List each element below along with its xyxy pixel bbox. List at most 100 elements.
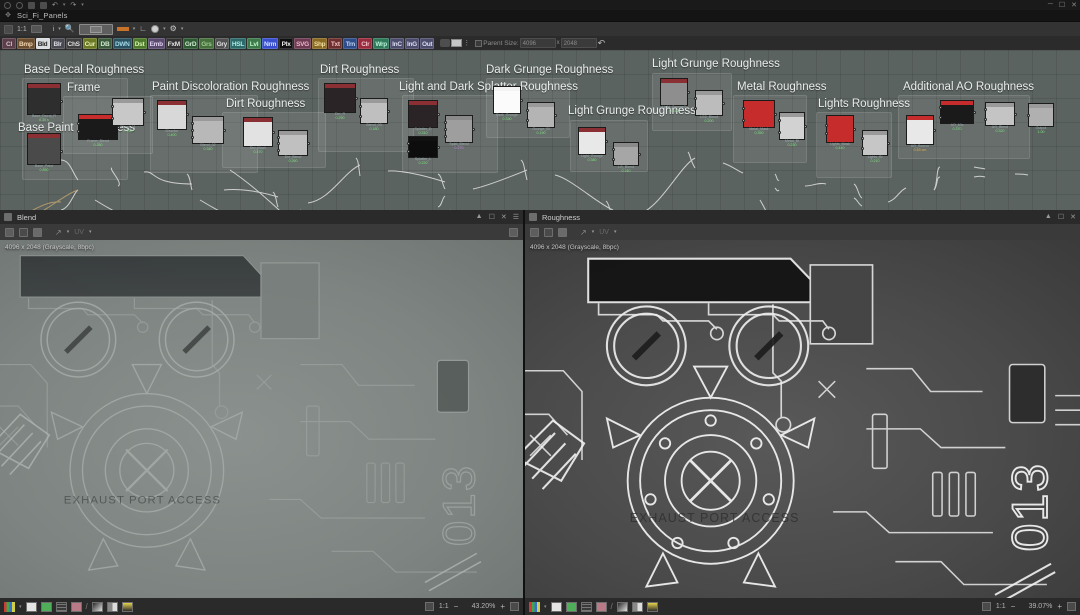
node-port[interactable] [191, 122, 194, 125]
graph-node[interactable]: Metal_Bl 0.230 [778, 112, 807, 147]
node-port[interactable] [60, 149, 63, 153]
node-button-chs[interactable]: ChS [65, 37, 82, 49]
color-caret-icon[interactable]: ▾ [19, 604, 22, 610]
node-button-blr[interactable]: Blr [50, 37, 65, 49]
node-button-ing[interactable]: InG [404, 37, 419, 49]
grid-icon[interactable] [55, 601, 67, 612]
node-button-bmp[interactable]: Bmp [17, 37, 35, 49]
ramp-icon[interactable] [91, 601, 103, 612]
viewport-options-icon[interactable] [509, 227, 518, 237]
graph-node[interactable]: Splat_Blend 0.270 [444, 115, 475, 150]
color-bar-icon[interactable] [116, 27, 129, 31]
pink-icon[interactable] [70, 601, 82, 612]
duplicate-icon[interactable] [530, 227, 539, 237]
node-port[interactable] [111, 116, 114, 120]
graph-node[interactable]: AO_Blend 0.320 [984, 102, 1017, 133]
node-graph[interactable]: Base Decal Roughness Frame Base Paint Roug… [0, 50, 1080, 210]
redo-caret-icon[interactable]: ▾ [81, 2, 84, 8]
node-port[interactable] [939, 106, 942, 110]
node-button-gry[interactable]: Gry [214, 37, 229, 49]
node-port[interactable] [77, 122, 80, 126]
uv-caret-icon[interactable]: ▾ [89, 229, 92, 235]
graph-node[interactable]: Dirt_Blend 0.260 [277, 130, 310, 163]
close-icon[interactable]: ✕ [1070, 213, 1076, 221]
node-port[interactable] [612, 148, 615, 152]
save-icon[interactable] [40, 1, 47, 9]
snapshot-icon[interactable] [19, 227, 28, 237]
info-caret-icon[interactable]: ▾ [58, 26, 61, 32]
node-port[interactable] [77, 129, 80, 133]
graph-frame[interactable] [222, 112, 326, 168]
reset-size-icon[interactable]: ↶ [598, 38, 606, 48]
node-port[interactable] [605, 140, 608, 143]
graph-node[interactable]: Dark_Grunge 0.330 [493, 86, 523, 121]
search-icon[interactable]: 🔍 [65, 25, 75, 33]
menu-icon[interactable]: ☰ [513, 213, 519, 221]
node-port[interactable] [277, 142, 280, 145]
node-button-trn[interactable]: Trn [343, 37, 358, 49]
node-port[interactable] [554, 114, 557, 117]
graph-node[interactable]: Base_Paint 0.850 [27, 133, 63, 172]
node-button-grs[interactable]: Grs [199, 37, 214, 49]
node-port[interactable] [444, 135, 447, 138]
snap-tool-icon[interactable]: ∟ [139, 25, 147, 33]
grid-toggle-icon[interactable] [4, 24, 13, 34]
frame-icon[interactable] [451, 39, 463, 47]
node-port[interactable] [933, 129, 936, 132]
zoom-in-button[interactable]: + [500, 602, 505, 611]
zoom-in-button[interactable]: + [1057, 602, 1062, 611]
node-port[interactable] [1014, 113, 1017, 116]
node-button-plx[interactable]: Plx [279, 37, 294, 49]
node-port[interactable] [437, 146, 440, 149]
node-port[interactable] [984, 108, 987, 112]
node-port[interactable] [722, 102, 725, 105]
node-port[interactable] [853, 128, 856, 131]
split-icon[interactable] [631, 601, 643, 612]
grid-icon[interactable] [580, 601, 592, 612]
undo-icon[interactable]: ↶ [52, 2, 58, 9]
node-button-lvl[interactable]: Lvl [247, 37, 261, 49]
camera-icon[interactable] [30, 25, 42, 33]
node-button-wrp[interactable]: Wrp [373, 37, 389, 49]
node-button-svg[interactable]: SVG [294, 37, 311, 49]
color-swatch-icon[interactable] [529, 601, 540, 612]
graph-node[interactable]: Lights_Bl 0.210 [861, 130, 890, 163]
alpha-icon[interactable] [25, 601, 37, 612]
node-port[interactable] [355, 97, 358, 100]
node-port[interactable] [277, 148, 280, 152]
node-button-cl[interactable]: Cl [2, 37, 16, 49]
node-port[interactable] [973, 111, 976, 114]
home-icon[interactable] [558, 227, 567, 237]
node-port[interactable] [526, 108, 529, 112]
settings-gear-icon[interactable]: ⚙ [170, 25, 177, 33]
color-bar-caret-icon[interactable]: ▾ [133, 26, 136, 32]
pin-icon[interactable]: ▲ [476, 213, 483, 221]
node-button-emb[interactable]: Emb [147, 37, 165, 49]
node-port[interactable] [223, 129, 226, 132]
forward-icon[interactable] [16, 1, 23, 9]
node-port[interactable] [742, 118, 745, 122]
ratio-1-1-button[interactable]: 1:1 [17, 26, 27, 33]
viewport-blend-canvas[interactable]: EXHAUST PORT ACCESS 013 4096 x 2048 (Gra… [0, 240, 523, 598]
graph-node[interactable]: Blend_02 0.340 [191, 116, 226, 151]
node-button-clr[interactable]: Clr [358, 37, 373, 49]
node-port[interactable] [887, 142, 890, 145]
fit-icon[interactable] [424, 602, 434, 611]
graph-node[interactable]: Splatter_L 0.220 [407, 136, 440, 165]
gradient-icon[interactable] [646, 601, 658, 612]
light-caret-icon[interactable]: ▾ [163, 26, 166, 32]
close-icon[interactable]: ✕ [501, 213, 507, 221]
maximize-icon[interactable]: ☐ [1059, 1, 1065, 9]
zoom-out-button[interactable]: − [454, 602, 459, 611]
info-icon[interactable]: i [53, 26, 55, 33]
node-button-cur[interactable]: Cur [82, 37, 97, 49]
pin-icon[interactable]: ▲ [1045, 213, 1052, 221]
uv-caret-icon[interactable]: ▾ [614, 229, 617, 235]
node-port[interactable] [984, 117, 987, 121]
ratio-label[interactable]: 1:1 [439, 603, 449, 610]
node-port[interactable] [778, 119, 781, 123]
node-port[interactable] [520, 99, 523, 102]
node-port[interactable] [742, 107, 745, 111]
lock-zoom-icon[interactable] [510, 602, 519, 611]
node-port[interactable] [277, 135, 280, 139]
